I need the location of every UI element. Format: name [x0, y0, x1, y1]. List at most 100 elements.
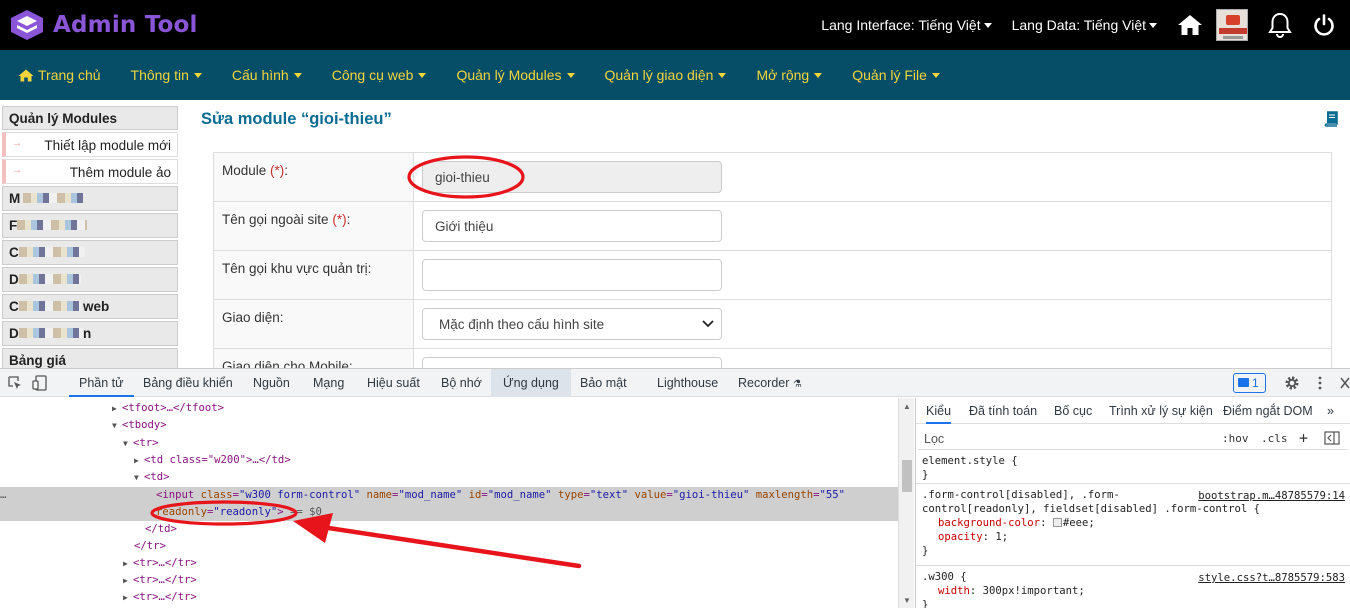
sidebar-header[interactable]: Quản lý Modules — [2, 106, 178, 130]
dom-node[interactable]: ▶ <tr>…</tr> — [0, 555, 898, 572]
nav-quan-ly-giao-dien[interactable]: Quản lý giao diện — [605, 67, 727, 83]
dom-node[interactable]: ▼ <td> — [0, 469, 898, 486]
device-toolbar-icon[interactable] — [32, 375, 48, 391]
sidebar-item-virtual-module[interactable]: → Thêm module ảo — [2, 159, 178, 184]
dom-node[interactable]: ▶ <tr>…</tr> — [0, 572, 898, 589]
nav-mo-rong[interactable]: Mở rộng — [756, 67, 823, 83]
scroll-thumb[interactable] — [902, 460, 912, 492]
more-tabs-icon[interactable]: » — [1327, 404, 1334, 418]
scroll-up-icon[interactable]: ▲ — [903, 402, 911, 411]
dom-node[interactable]: ▶ <tr>…</tr> — [0, 589, 898, 606]
hov-toggle[interactable]: :hov — [1222, 432, 1249, 445]
dom-node[interactable]: ▼ <tbody> — [0, 417, 898, 434]
sidebar-item-new-module[interactable]: → Thiết lập module mới — [2, 132, 178, 157]
gear-icon[interactable] — [1284, 375, 1300, 391]
toggle-sidebar-icon[interactable] — [1324, 431, 1340, 445]
tab-lighthouse[interactable]: Lighthouse — [657, 369, 718, 397]
issues-badge[interactable]: 1 — [1233, 373, 1266, 393]
rule-property[interactable]: background-color: #eee; — [916, 516, 1350, 530]
dom-attr-name: value — [634, 489, 667, 501]
redacted-text — [23, 193, 83, 203]
nav-thong-tin[interactable]: Thông tin — [131, 67, 202, 83]
sidebar-item[interactable]: C — [2, 240, 178, 265]
sidebar-item[interactable]: Dn — [2, 321, 178, 346]
dom-attr-name: name — [366, 489, 393, 501]
lang-data-dropdown[interactable]: Lang Data: Tiếng Việt — [1012, 17, 1157, 33]
dom-scrollbar[interactable]: ▲ ▼ — [898, 398, 914, 608]
tab-memory[interactable]: Bộ nhớ — [441, 369, 482, 397]
tab-elements[interactable]: Phần tử — [69, 369, 134, 397]
home-icon[interactable] — [1177, 0, 1203, 50]
nav-quan-ly-modules[interactable]: Quản lý Modules — [456, 67, 575, 83]
logo[interactable]: Admin Tool — [9, 9, 198, 41]
scroll-down-icon[interactable]: ▼ — [903, 596, 911, 605]
nav-cau-hinh[interactable]: Cấu hình — [232, 67, 302, 83]
tab-layout[interactable]: Bố cục — [1054, 404, 1092, 418]
caret-down-icon — [418, 72, 427, 78]
theme-select[interactable]: Mặc định theo cấu hình site — [422, 308, 722, 340]
tab-recorder[interactable]: Recorder ⚗ — [738, 369, 802, 397]
tab-styles[interactable]: Kiểu — [926, 404, 952, 424]
dom-node[interactable]: </tr> — [0, 538, 898, 555]
color-swatch[interactable] — [1052, 518, 1062, 527]
nav-quan-ly-file[interactable]: Quản lý File — [852, 67, 940, 83]
rule-selector[interactable]: control[readonly], fieldset[disabled] .f… — [916, 502, 1350, 516]
avatar[interactable] — [1216, 9, 1248, 41]
nav-home[interactable]: Trang chủ — [18, 67, 101, 83]
sidebar-item-bang-gia[interactable]: Bảng giá — [2, 348, 178, 368]
site-name-input[interactable]: Giới thiệu — [422, 210, 722, 242]
lang-interface-dropdown[interactable]: Lang Interface: Tiếng Việt — [821, 17, 992, 33]
tab-sources[interactable]: Nguồn — [253, 369, 290, 397]
dom-attr-value: "readonly" — [213, 506, 278, 518]
dom-node[interactable]: ▼ <tr> — [0, 435, 898, 452]
tab-network[interactable]: Mạng — [313, 369, 344, 397]
sidebar-item[interactable]: F — [2, 213, 178, 238]
caret-down-icon — [193, 72, 202, 78]
more-vert-icon[interactable] — [1317, 376, 1323, 390]
add-rule-icon[interactable]: + — [1299, 429, 1308, 447]
sidebar-item[interactable]: Cweb — [2, 294, 178, 319]
inspect-element-icon[interactable] — [8, 376, 22, 390]
rule-property[interactable]: width: 300px!important; — [916, 584, 1350, 598]
tab-computed[interactable]: Đã tính toán — [969, 404, 1037, 418]
dom-node[interactable]: ▶ <tfoot>…</tfoot> — [0, 400, 898, 417]
tab-performance[interactable]: Hiệu suất — [367, 369, 420, 397]
sidebar-item[interactable]: D — [2, 267, 178, 292]
book-icon[interactable] — [1324, 111, 1338, 127]
rule-property[interactable]: opacity: 1; — [916, 530, 1350, 544]
filter-input[interactable]: Lọc — [924, 432, 944, 446]
nav-label: Mở rộng — [756, 67, 810, 83]
dom-node[interactable]: </td> — [0, 521, 898, 538]
dom-node[interactable]: ▶ <td class="w200">…</td> — [0, 452, 898, 469]
admin-name-input[interactable] — [422, 259, 722, 291]
rule-selector[interactable]: element.style { — [916, 454, 1350, 468]
tab-event-listeners[interactable]: Trình xử lý sự kiện — [1109, 404, 1213, 418]
styles-pane: Kiểu Đã tính toán Bố cục Trình xử lý sự … — [915, 398, 1350, 608]
form-field-cell: Giới thiệu — [413, 201, 1332, 251]
tab-application[interactable]: Ứng dụng — [491, 369, 571, 397]
rule-source-link[interactable]: bootstrap.m…48785579:14 — [1198, 490, 1345, 502]
dom-node-selected-cont[interactable]: readonly="readonly"> == $0 — [0, 504, 898, 521]
cls-toggle[interactable]: .cls — [1261, 432, 1288, 445]
nav-cong-cu-web[interactable]: Công cụ web — [332, 67, 427, 83]
dom-text: <tr>…</tr> — [133, 574, 197, 586]
tab-console[interactable]: Bảng điều khiển — [143, 369, 233, 397]
rule-source-link[interactable]: style.css?t…8785579:583 — [1198, 572, 1345, 584]
chevron-down-icon — [702, 320, 714, 328]
sidebar-item[interactable]: M — [2, 186, 178, 211]
top-right-menu: Lang Interface: Tiếng Việt Lang Data: Ti… — [821, 0, 1350, 50]
dom-node-selected[interactable]: … <input class="w300 form-control" name=… — [0, 487, 898, 504]
theme-label: Giao diện: — [213, 299, 414, 349]
sidebar-item-label: Thiết lập module mới — [44, 138, 171, 153]
tab-dom-breakpoints[interactable]: Điểm ngắt DOM — [1223, 404, 1313, 418]
form-label: Tên gọi ngoài site (*): — [213, 201, 414, 251]
close-icon[interactable] — [1340, 377, 1350, 389]
bell-icon[interactable] — [1268, 0, 1292, 50]
tab-security[interactable]: Bảo mật — [580, 369, 627, 397]
collapse-triangle-icon: ▼ — [134, 473, 139, 482]
tab-label: Ứng dụng — [503, 376, 559, 390]
module-name-input[interactable]: gioi-thieu — [422, 161, 722, 193]
power-icon[interactable] — [1313, 0, 1335, 50]
page-title: Sửa module “gioi-thieu” — [201, 110, 392, 128]
dom-attr-value: "w300 form-control" — [238, 489, 361, 501]
